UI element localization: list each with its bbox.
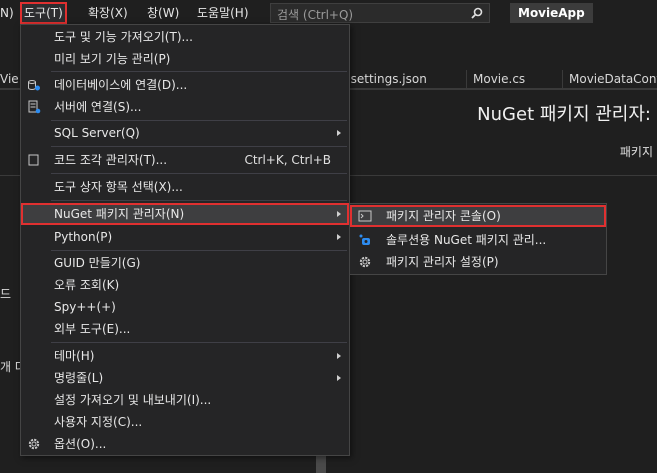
tab-movie-cs[interactable]: Movie.cs — [466, 70, 531, 88]
menu-item-label: 외부 도구(E)... — [54, 322, 131, 336]
code-snippet-icon — [28, 154, 39, 166]
tab-moviedatacontext[interactable]: MovieDataConte — [562, 70, 657, 88]
menu-item-toolbox-items[interactable]: 도구 상자 항목 선택(X)... — [21, 176, 349, 198]
menu-separator — [51, 146, 347, 147]
menu-item-label: Python(P) — [54, 230, 113, 244]
nuget-manager-title: NuGet 패키지 관리자: — [477, 104, 651, 125]
menu-separator — [51, 200, 347, 201]
menu-item-label: 사용자 지정(C)... — [54, 415, 143, 429]
menu-item-customize[interactable]: 사용자 지정(C)... — [21, 411, 349, 433]
left-text-fragment: 드 — [0, 287, 12, 301]
tools-menu: 도구 및 기능 가져오기(T)... 미리 보기 기능 관리(P) 데이터베이스… — [20, 24, 350, 456]
menu-item-label: 도구 상자 항목 선택(X)... — [54, 180, 183, 194]
submenu-item-manage-nuget-solution[interactable]: 솔루션용 NuGet 패키지 관리... — [350, 229, 606, 251]
menu-tools[interactable]: 도구(T) — [20, 2, 67, 24]
menu-item-sql-server[interactable]: SQL Server(Q) — [21, 122, 349, 144]
submenu-arrow-icon — [337, 130, 341, 136]
menu-separator — [51, 173, 347, 174]
menu-item-shortcut: Ctrl+K, Ctrl+B — [244, 153, 331, 167]
menu-item-label: 설정 가져오기 및 내보내기(I)... — [54, 393, 212, 407]
menu-bar: N) 도구(T) 확장(X) 창(W) 도움말(H) 검색 (Ctrl+Q) M… — [0, 0, 657, 26]
menu-item-label: SQL Server(Q) — [54, 126, 140, 140]
menu-item-connect-database[interactable]: 데이터베이스에 연결(D)... — [21, 74, 349, 96]
menu-item-get-tools[interactable]: 도구 및 기능 가져오기(T)... — [21, 26, 349, 48]
search-icon — [471, 7, 483, 19]
scrollbar-thumb[interactable] — [316, 455, 326, 473]
menu-item-label: Spy++(+) — [54, 300, 116, 314]
menu-separator — [51, 120, 347, 121]
gear-icon — [28, 438, 40, 450]
menu-help[interactable]: 도움말(H) — [197, 4, 249, 22]
tab-appsettings[interactable]: psettings.json — [336, 70, 433, 88]
menu-item-label: 명령줄(L) — [54, 371, 104, 385]
menu-separator — [51, 71, 347, 72]
search-box[interactable]: 검색 (Ctrl+Q) — [270, 3, 490, 23]
server-connect-icon — [28, 100, 41, 114]
submenu-item-package-manager-settings[interactable]: 패키지 관리자 설정(P) — [350, 251, 606, 273]
menu-item-label: 미리 보기 기능 관리(P) — [54, 52, 171, 66]
menu-item-theme[interactable]: 테마(H) — [21, 345, 349, 367]
submenu-item-label: 패키지 관리자 콘솔(O) — [386, 209, 501, 223]
submenu-arrow-icon — [337, 234, 341, 240]
search-placeholder: 검색 (Ctrl+Q) — [277, 8, 354, 22]
menu-item-external-tools[interactable]: 외부 도구(E)... — [21, 318, 349, 340]
menu-item-label: 옵션(O)... — [54, 437, 107, 451]
menu-item-command-line[interactable]: 명령줄(L) — [21, 367, 349, 389]
menu-extensions[interactable]: 확장(X) — [88, 4, 128, 22]
database-connect-icon — [28, 80, 40, 91]
submenu-arrow-icon — [337, 375, 341, 381]
menu-item-label: 데이터베이스에 연결(D)... — [54, 78, 188, 92]
menu-item-label: NuGet 패키지 관리자(N) — [54, 207, 185, 221]
menu-item-label: GUID 만들기(G) — [54, 256, 141, 270]
submenu-item-label: 패키지 관리자 설정(P) — [386, 255, 499, 269]
menu-separator — [51, 342, 347, 343]
submenu-item-package-manager-console[interactable]: 패키지 관리자 콘솔(O) — [350, 205, 606, 227]
menu-item-label: 테마(H) — [54, 349, 95, 363]
menu-item-error-lookup[interactable]: 오류 조회(K) — [21, 274, 349, 296]
menu-item-import-export-settings[interactable]: 설정 가져오기 및 내보내기(I)... — [21, 389, 349, 411]
menu-frag[interactable]: N) — [0, 4, 14, 22]
submenu-arrow-icon — [337, 211, 341, 217]
menu-item-label: 오류 조회(K) — [54, 278, 120, 292]
menu-item-connect-server[interactable]: 서버에 연결(S)... — [21, 96, 349, 118]
menu-item-options[interactable]: 옵션(O)... — [21, 433, 349, 455]
menu-item-label: 도구 및 기능 가져오기(T)... — [54, 30, 193, 44]
menu-item-label: 서버에 연결(S)... — [54, 100, 142, 114]
menu-item-python[interactable]: Python(P) — [21, 226, 349, 248]
nuget-icon — [359, 234, 370, 245]
console-icon — [358, 210, 372, 222]
menu-item-code-snippets[interactable]: 코드 조각 관리자(T)... Ctrl+K, Ctrl+B — [21, 149, 349, 171]
submenu-arrow-icon — [337, 353, 341, 359]
menu-separator — [51, 250, 347, 251]
menu-window[interactable]: 창(W) — [147, 4, 179, 22]
menu-item-spy[interactable]: Spy++(+) — [21, 296, 349, 318]
menu-item-label: 코드 조각 관리자(T)... — [54, 153, 168, 167]
app-name-badge: MovieApp — [510, 3, 593, 23]
submenu-item-label: 솔루션용 NuGet 패키지 관리... — [386, 233, 547, 247]
menu-item-preview-features[interactable]: 미리 보기 기능 관리(P) — [21, 48, 349, 70]
menu-item-nuget[interactable]: NuGet 패키지 관리자(N) — [21, 203, 349, 225]
nuget-manager-subtitle: 패키지 — [619, 145, 653, 159]
menu-item-create-guid[interactable]: GUID 만들기(G) — [21, 252, 349, 274]
nuget-submenu: 패키지 관리자 콘솔(O) 솔루션용 NuGet 패키지 관리... 패키지 관… — [349, 203, 607, 275]
gear-icon — [359, 256, 371, 268]
